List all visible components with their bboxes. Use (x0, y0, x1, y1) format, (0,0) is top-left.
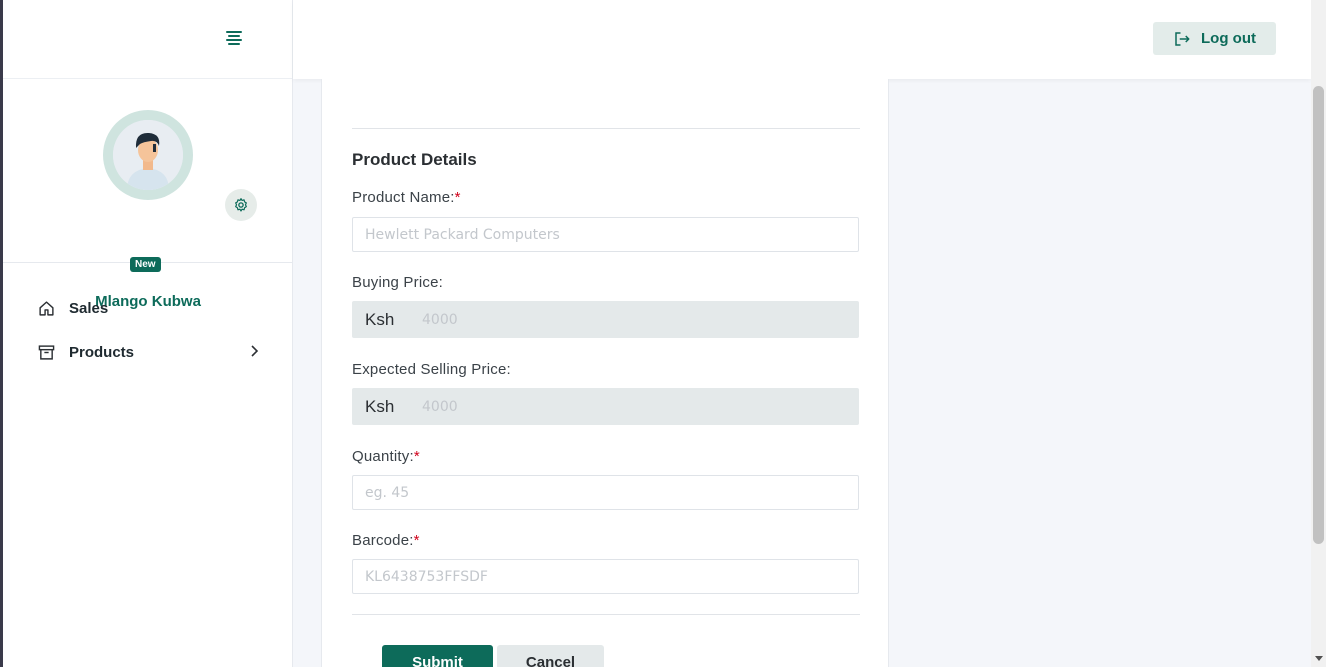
archive-icon (37, 343, 55, 361)
buying-price-label: Buying Price: (352, 274, 443, 291)
divider (352, 614, 860, 615)
sidebar-item-sales[interactable]: Sales (3, 286, 293, 330)
currency-prefix: Ksh (365, 309, 395, 329)
sidebar-item-label: Sales (69, 299, 109, 317)
avatar-image (113, 120, 183, 190)
selling-price-placeholder: 4000 (422, 398, 458, 415)
profile-settings-button[interactable] (225, 189, 257, 221)
logout-icon (1175, 31, 1190, 46)
new-badge: New (130, 257, 161, 272)
submit-button[interactable]: Submit (382, 645, 493, 667)
top-bar: Log out (293, 0, 1311, 79)
barcode-placeholder: KL6438753FFSDF (365, 568, 488, 585)
barcode-input[interactable]: KL6438753FFSDF (352, 559, 859, 594)
sidebar-item-label: Products (69, 343, 135, 361)
profile-section: New Mlango Kubwa (3, 79, 292, 310)
section-title: Product Details (352, 150, 477, 169)
product-name-label: Product Name:* (352, 189, 461, 206)
currency-prefix: Ksh (365, 396, 395, 416)
product-name-placeholder: Hewlett Packard Computers (365, 226, 560, 243)
barcode-label: Barcode:* (352, 532, 420, 549)
divider (352, 128, 860, 129)
sidebar-item-products[interactable]: Products (3, 330, 293, 374)
avatar (103, 110, 193, 200)
quantity-input[interactable]: eg. 45 (352, 475, 859, 510)
gear-icon (235, 198, 247, 212)
sidebar-header (3, 0, 292, 79)
sidebar-nav: Sales Products (3, 286, 293, 374)
buying-price-input[interactable]: Ksh 4000 (352, 301, 859, 338)
chevron-right-icon (249, 344, 259, 362)
selling-price-input[interactable]: Ksh 4000 (352, 388, 859, 425)
scrollbar[interactable] (1311, 0, 1326, 667)
menu-toggle-icon[interactable] (223, 27, 245, 49)
selling-price-label: Expected Selling Price: (352, 361, 511, 378)
cancel-button[interactable]: Cancel (497, 645, 604, 667)
product-name-input[interactable]: Hewlett Packard Computers (352, 217, 859, 252)
scrollbar-thumb[interactable] (1313, 86, 1324, 544)
logout-button[interactable]: Log out (1153, 22, 1276, 55)
person-avatar-icon (113, 120, 183, 190)
logout-label: Log out (1201, 30, 1256, 47)
home-icon (37, 299, 55, 317)
sidebar: New Mlango Kubwa Sales Products (3, 0, 293, 667)
product-form-card: Product Details Product Name:* Hewlett P… (321, 79, 889, 667)
quantity-label: Quantity:* (352, 448, 420, 465)
quantity-placeholder: eg. 45 (365, 484, 410, 501)
buying-price-placeholder: 4000 (422, 311, 458, 328)
scroll-down-arrow-icon[interactable] (1315, 656, 1323, 661)
